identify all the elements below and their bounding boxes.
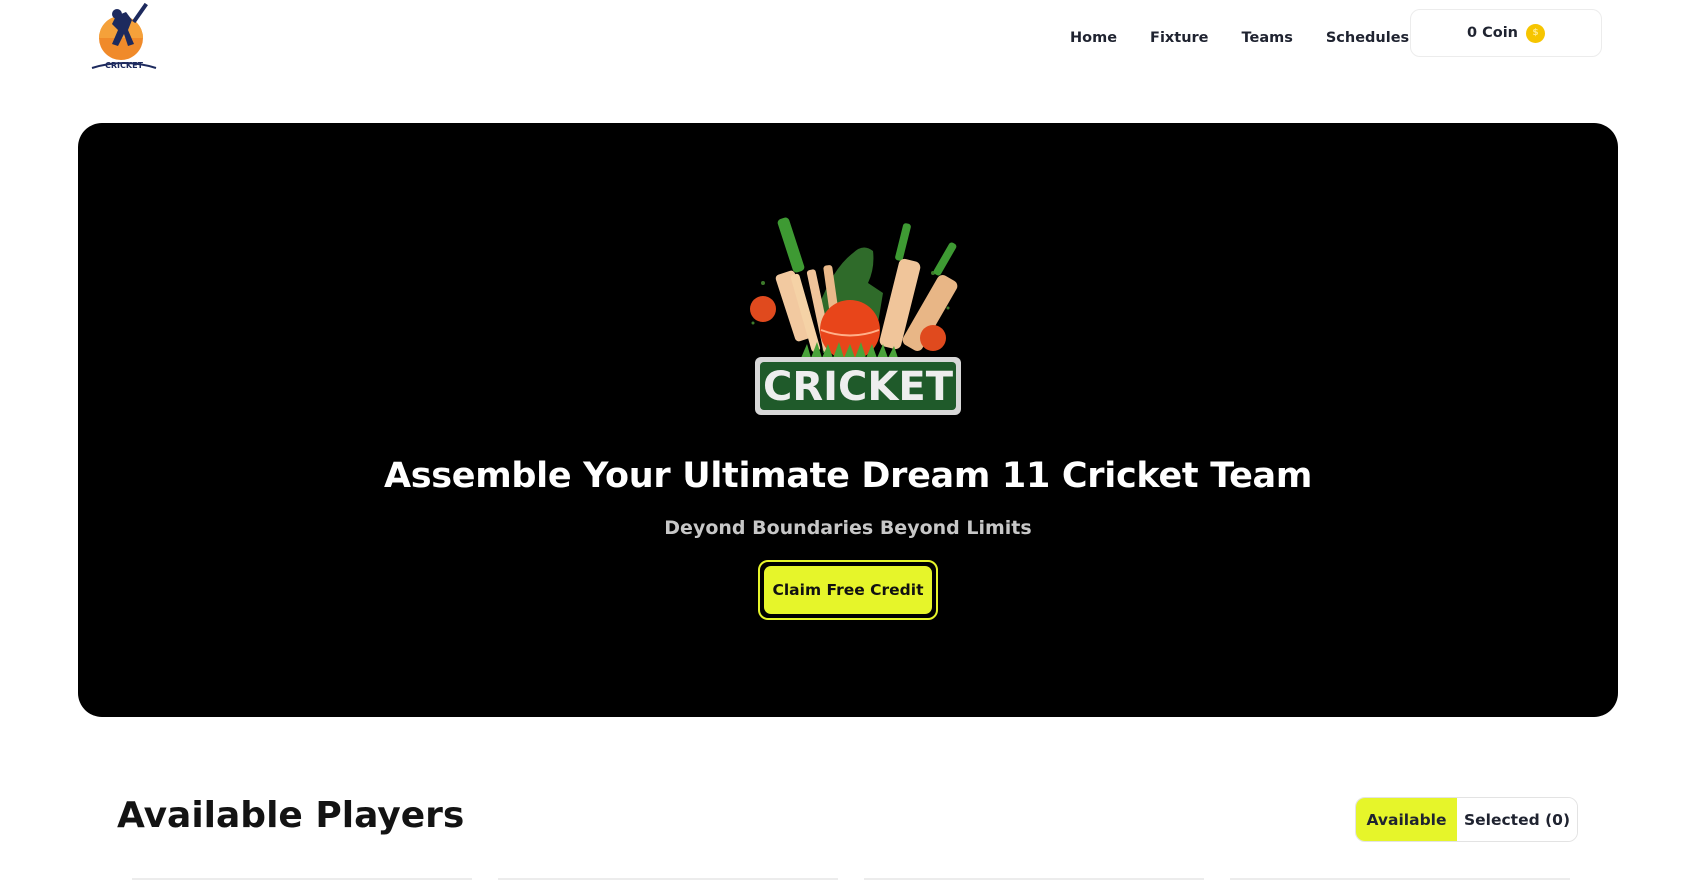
nav-home-link[interactable]: Home bbox=[1070, 30, 1117, 46]
available-players-title: Available Players bbox=[117, 795, 465, 836]
players-view-toggle: Available Selected (0) bbox=[1355, 797, 1578, 842]
claim-free-credit-label: Claim Free Credit bbox=[764, 566, 932, 614]
cricket-emblem-text: CRICKET bbox=[763, 364, 954, 410]
tab-selected[interactable]: Selected (0) bbox=[1457, 798, 1577, 841]
nav-teams-link[interactable]: Teams bbox=[1242, 30, 1293, 46]
coin-balance-label: 0 Coin bbox=[1466, 25, 1519, 41]
nav-schedules-link[interactable]: Schedules bbox=[1326, 30, 1409, 46]
gold-coin-icon: $ bbox=[1526, 23, 1546, 43]
cricket-emblem-logo: CRICKET bbox=[750, 217, 961, 415]
hero-banner: CRICKET Assemble Your Ultimate Dream 11 … bbox=[78, 123, 1618, 717]
cricket-batsman-logo[interactable]: CRICKET bbox=[86, 2, 162, 78]
tab-available[interactable]: Available bbox=[1356, 798, 1457, 841]
hero-subtitle: Deyond Boundaries Beyond Limits bbox=[664, 517, 1032, 539]
nav-fixture-link[interactable]: Fixture bbox=[1150, 30, 1208, 46]
coin-balance-button[interactable]: 0 Coin $ bbox=[1410, 9, 1602, 57]
main-nav: Home Fixture Teams Schedules bbox=[1070, 30, 1442, 46]
svg-text:CRICKET: CRICKET bbox=[105, 61, 144, 70]
navbar: CRICKET Home Fixture Teams Schedules 0 C… bbox=[0, 0, 1706, 90]
claim-free-credit-button[interactable]: Claim Free Credit bbox=[758, 560, 938, 620]
hero-title: Assemble Your Ultimate Dream 11 Cricket … bbox=[383, 456, 1313, 496]
